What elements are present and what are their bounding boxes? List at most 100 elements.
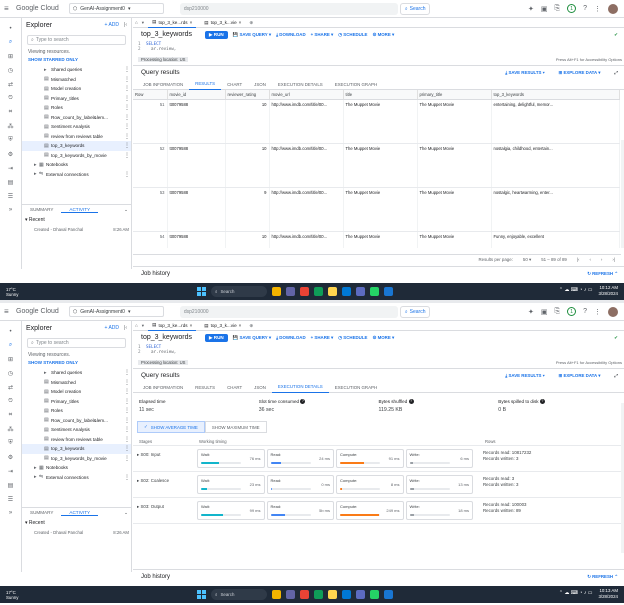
hub-icon[interactable]: ⁂ bbox=[8, 426, 14, 433]
recent-heading[interactable]: ▾ Recent bbox=[25, 217, 45, 223]
save-results-button[interactable]: ⤓ SAVE RESULTS ▾ bbox=[505, 373, 544, 379]
avatar[interactable] bbox=[608, 3, 618, 14]
add-button[interactable]: + ADD bbox=[104, 325, 119, 331]
more-vert-icon[interactable]: ⋮ bbox=[124, 417, 130, 424]
search-nav-icon[interactable]: ⌕ bbox=[9, 39, 12, 46]
tree-item-query[interactable]: ▤ Roles ⋮ bbox=[22, 103, 131, 113]
tab-activity[interactable]: ACTIVITY bbox=[61, 510, 99, 516]
refresh-button[interactable]: ↻ REFRESH ⌃ bbox=[587, 574, 624, 580]
job-history-bar[interactable]: Job history ↻ REFRESH ⌃ bbox=[133, 569, 624, 583]
tree-item-query[interactable]: ▤ Roles ⋮ bbox=[22, 406, 131, 416]
stage-row[interactable]: ▸ S03: Output Wait: 99 ms Read: 5b ms Comp… bbox=[133, 498, 624, 525]
tree-item-query-selected[interactable]: ▤ top_3_keywords ⋮ bbox=[22, 444, 131, 454]
tree-item-query[interactable]: ▤ review from reviews table ⋮ bbox=[22, 435, 131, 445]
column-header[interactable]: reviewer_rating bbox=[225, 90, 270, 100]
cloud-shell-icon[interactable]: ▣ bbox=[541, 5, 548, 13]
table-row[interactable]: 54 tt0079588 10 http://www.imdb.com/title/t… bbox=[133, 231, 620, 248]
sql-editor[interactable]: 1 SELECT 2 ar.review, Processing location… bbox=[133, 41, 624, 65]
tree-item-query[interactable]: ▤ Row_count_by_label&lem... ⋮ bbox=[22, 416, 131, 426]
folder-icon[interactable] bbox=[328, 287, 337, 296]
expand-icon[interactable]: ⤢ bbox=[614, 373, 618, 379]
tree-item-query[interactable]: ▤ Primary_titles ⋮ bbox=[22, 94, 131, 104]
list-icon[interactable]: ☰ bbox=[8, 496, 13, 503]
chevron-right-icon[interactable]: ▸ bbox=[137, 452, 139, 457]
migrate-icon[interactable]: ⇥ bbox=[8, 165, 13, 172]
search-input[interactable]: dsp210000 bbox=[179, 2, 398, 15]
tab-chart[interactable]: CHART bbox=[221, 382, 248, 393]
search-nav-icon[interactable]: ⌕ bbox=[9, 342, 12, 349]
more-vert-icon[interactable]: ⋮ bbox=[124, 398, 130, 405]
tab-job-information[interactable]: JOB INFORMATION bbox=[137, 79, 189, 90]
tab-top-3-keywords[interactable]: ▤ top_3_ke...rds × bbox=[148, 321, 197, 331]
analytics-icon[interactable]: ⌗ bbox=[9, 109, 12, 116]
gift-icon[interactable]: ⎘ bbox=[554, 5, 560, 13]
more-vert-icon[interactable]: ⋮ bbox=[124, 407, 130, 414]
close-icon[interactable]: × bbox=[239, 20, 242, 25]
share-button[interactable]: + SHARE ▾ bbox=[311, 32, 334, 38]
close-icon[interactable]: × bbox=[190, 20, 193, 25]
schedule-button[interactable]: ◷ SCHEDULE bbox=[338, 32, 367, 38]
transfer-icon[interactable]: ⇄ bbox=[8, 81, 13, 88]
more-vert-icon[interactable]: ⋮ bbox=[124, 455, 130, 462]
tab-top-3-keywords-by-movie[interactable]: ▤ top_3_k...vie × bbox=[200, 321, 245, 331]
search-input[interactable]: dsp210000 bbox=[179, 305, 398, 318]
column-header[interactable]: Row bbox=[133, 90, 168, 100]
tree-item-query[interactable]: ▤ Mismatched ⋮ bbox=[22, 75, 131, 85]
cloud-shell-icon[interactable]: ▣ bbox=[541, 308, 548, 316]
chevron-right-icon[interactable]: ▸ bbox=[137, 478, 139, 483]
show-starred-link[interactable]: SHOW STARRED ONLY bbox=[22, 359, 131, 366]
tree-item-query-selected[interactable]: ▤ top_3_keywords ⋮ bbox=[22, 141, 131, 151]
home-icon[interactable]: ⌂ bbox=[135, 323, 138, 328]
tab-summary[interactable]: SUMMARY bbox=[22, 510, 61, 515]
windows-start-icon[interactable] bbox=[197, 287, 206, 296]
column-header[interactable]: title bbox=[343, 90, 418, 100]
more-vert-icon[interactable]: ⋮ bbox=[124, 436, 130, 443]
close-icon[interactable]: × bbox=[190, 323, 193, 328]
tab-activity[interactable]: ACTIVITY bbox=[61, 207, 99, 213]
project-picker[interactable]: ⬡ GenAI-Assignment0 ▾ bbox=[68, 3, 164, 14]
collapse-icon[interactable]: |‹ bbox=[124, 22, 127, 28]
file-explorer-icon[interactable] bbox=[272, 287, 281, 296]
tree-item-query[interactable]: ▤ top_3_keywords_by_movie ⋮ bbox=[22, 454, 131, 464]
help-icon[interactable]: ? bbox=[539, 399, 545, 405]
more-vert-icon[interactable]: ⋮ bbox=[124, 171, 130, 178]
tab-chart[interactable]: CHART bbox=[221, 79, 248, 90]
schedule-icon[interactable]: ⏲ bbox=[8, 398, 13, 405]
help-icon[interactable]: ? bbox=[408, 399, 414, 405]
teams-icon[interactable] bbox=[286, 590, 295, 599]
more-vert-icon[interactable]: ⋮ bbox=[124, 426, 130, 433]
help-icon[interactable]: ? bbox=[300, 399, 306, 405]
explore-data-button[interactable]: ⊞ EXPLORE DATA ▾ bbox=[559, 70, 601, 76]
more-vert-icon[interactable]: ⋮ bbox=[124, 369, 130, 376]
history-icon[interactable]: ◷ bbox=[8, 370, 13, 377]
more-button[interactable]: ⚙ MORE ▾ bbox=[372, 32, 394, 38]
google-cloud-logo[interactable]: Google Cloud bbox=[16, 5, 59, 12]
settings-icon[interactable]: ⚙ bbox=[8, 151, 13, 158]
more-vert-icon[interactable]: ⋮ bbox=[124, 142, 130, 149]
column-header[interactable]: primary_title bbox=[417, 90, 492, 100]
explorer-search-input[interactable]: ⌕ Type to search bbox=[27, 35, 126, 45]
tree-item-notebooks[interactable]: ▸ ▦ Notebooks bbox=[22, 160, 131, 170]
windows-start-icon[interactable] bbox=[197, 590, 206, 599]
tray-icons[interactable]: ⌃ ☁ ⌨ ◔ ♪ ▭ bbox=[559, 287, 593, 294]
more-button[interactable]: ⚙ MORE ▾ bbox=[372, 335, 394, 341]
google-cloud-logo[interactable]: Google Cloud bbox=[16, 308, 59, 315]
explorer-search-input[interactable]: ⌕ Type to search bbox=[27, 338, 126, 348]
run-button[interactable]: ▶ RUN bbox=[204, 333, 228, 342]
word-icon[interactable] bbox=[384, 590, 393, 599]
tree-item-query[interactable]: ▤ Model creation ⋮ bbox=[22, 84, 131, 94]
tab-results[interactable]: RESULTS bbox=[189, 382, 221, 393]
hub-icon[interactable]: ⁂ bbox=[8, 123, 14, 130]
tab-job-information[interactable]: JOB INFORMATION bbox=[137, 382, 189, 393]
stage-row[interactable]: ▸ S02: Coalesce Wait: 23 ms Read: 0 ms Com… bbox=[133, 472, 624, 499]
weather-widget[interactable]: 17°C Sunny bbox=[0, 590, 18, 600]
clock[interactable]: 10:13 AM 3/28/2024 bbox=[598, 588, 618, 599]
analytics-icon[interactable]: ⌗ bbox=[9, 412, 12, 419]
transfer-icon[interactable]: ⇄ bbox=[8, 384, 13, 391]
edge-icon[interactable] bbox=[342, 287, 351, 296]
add-button[interactable]: + ADD bbox=[104, 22, 119, 28]
edge-icon[interactable] bbox=[342, 590, 351, 599]
recent-activity-item[interactable]: Created - Dhaval Panchal 8:26 AM bbox=[34, 227, 129, 232]
explore-data-button[interactable]: ⊞ EXPLORE DATA ▾ bbox=[559, 373, 601, 379]
chrome-icon[interactable] bbox=[300, 287, 309, 296]
